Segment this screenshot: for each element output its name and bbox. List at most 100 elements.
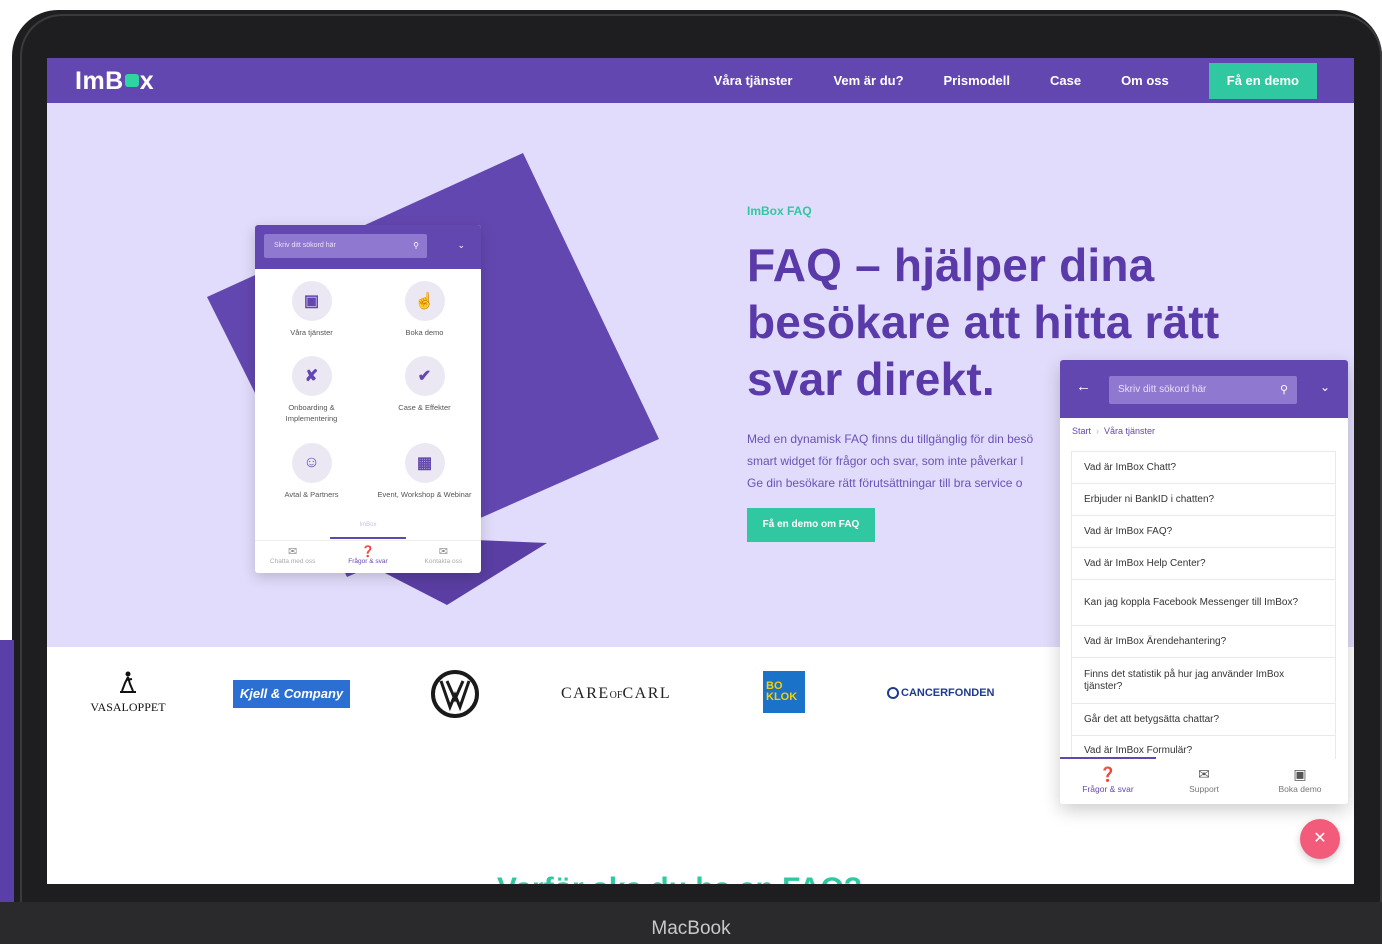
- hero-eyebrow: ImBox FAQ: [747, 204, 812, 218]
- care-of-carl-logo: CAREOFCARL: [561, 685, 671, 703]
- category-label: Våra tjänster: [290, 328, 333, 337]
- faq-widget-open: ← Skriv ditt sökord här ⚲ ⌄ Start › Våra t…: [1060, 360, 1348, 804]
- question-item[interactable]: Erbjuder ni BankID i chatten?: [1071, 483, 1336, 515]
- breadcrumb: Start › Våra tjänster: [1072, 426, 1155, 436]
- question-item[interactable]: Kan jag koppla Facebook Messenger till I…: [1071, 579, 1336, 625]
- skier-icon: [120, 671, 136, 693]
- widget-tab-bar: ❓ Frågor & svar ✉ Support ▣ Boka demo: [1060, 759, 1348, 804]
- cancerfonden-logo: CANCERFONDEN: [887, 687, 995, 700]
- tab-label: Chatta med oss: [269, 558, 316, 565]
- category-label: Boka demo: [405, 328, 444, 337]
- widget-header: Skriv ditt sökord här ⚲ ⌄: [255, 225, 481, 269]
- category-boka-demo[interactable]: ☝ Boka demo: [368, 281, 481, 338]
- nav-links: Våra tjänster Vem är du? Prismodell Case…: [714, 58, 1354, 103]
- tab-fragor-svar[interactable]: ❓ Frågor & svar: [1060, 759, 1156, 804]
- tab-boka-demo[interactable]: ▣ Boka demo: [1252, 759, 1348, 804]
- boklok-logo: BO KLOK: [763, 671, 805, 713]
- logo-text-left: ImB: [75, 67, 124, 95]
- tab-label: Kontakta oss: [424, 558, 463, 565]
- chevron-down-icon[interactable]: ⌄: [1320, 380, 1330, 394]
- widget-active-tab-indicator: [330, 537, 406, 539]
- hero-body-line: Med en dynamisk FAQ finns du tillgänglig…: [747, 432, 1034, 446]
- tab-label: Support: [1189, 784, 1219, 794]
- widget-tab-bar: ✉ Chatta med oss ❓ Frågor & svar ✉ Kontakta…: [255, 540, 481, 573]
- nav-demo-button[interactable]: Få en demo: [1208, 62, 1317, 99]
- category-label: Event, Workshop & Webinar: [377, 490, 472, 499]
- tab-fragor-svar[interactable]: ❓ Frågor & svar: [330, 541, 405, 573]
- question-item[interactable]: Går det att betygsätta chattar?: [1071, 703, 1336, 735]
- pointer-hand-icon: ☝: [404, 281, 445, 321]
- search-icon: ⚲: [413, 241, 419, 250]
- boklok-text-2: KLOK: [766, 691, 798, 703]
- cancerfonden-text: CANCERFONDEN: [901, 687, 995, 699]
- back-arrow-icon[interactable]: ←: [1076, 378, 1091, 395]
- category-case-effekter[interactable]: ✔ Case & Effekter: [368, 356, 481, 413]
- mail-icon: ✉: [438, 546, 448, 558]
- tab-support[interactable]: ✉ Support: [1156, 759, 1252, 804]
- background-purple-edge: [0, 640, 14, 944]
- widget-header: ← Skriv ditt sökord här ⚲ ⌄: [1060, 360, 1348, 418]
- imbox-logo[interactable]: ImB x: [75, 67, 154, 96]
- tab-label: Frågor & svar: [1082, 784, 1134, 794]
- widget-search-input[interactable]: Skriv ditt sökord här ⚲: [264, 234, 427, 258]
- tab-chatta-med-oss[interactable]: ✉ Chatta med oss: [255, 541, 330, 573]
- category-vara-tjanster[interactable]: ▣ Våra tjänster: [255, 281, 368, 338]
- category-event-workshop[interactable]: ▦ Event, Workshop & Webinar: [368, 443, 481, 500]
- demo-faq-button[interactable]: Få en demo om FAQ: [747, 508, 875, 542]
- question-item[interactable]: Vad är ImBox Help Center?: [1071, 547, 1336, 579]
- of-text: OF: [609, 690, 623, 701]
- hero-body: Med en dynamisk FAQ finns du tillgänglig…: [747, 428, 1062, 494]
- calendar-icon: ▦: [404, 443, 445, 483]
- logo-chat-icon: [124, 73, 139, 87]
- vasaloppet-logo: VASALOPPET: [89, 671, 167, 715]
- question-item[interactable]: Vad är ImBox Ärendehantering?: [1071, 625, 1336, 657]
- question-item[interactable]: Vad är ImBox Chatt?: [1071, 451, 1336, 483]
- widget-search-placeholder: Skriv ditt sökord här: [274, 242, 336, 249]
- top-nav: ImB x Våra tjänster Vem är du? Prismodell…: [47, 58, 1354, 103]
- question-list: Vad är ImBox Chatt? Erbjuder ni BankID i…: [1071, 451, 1336, 767]
- tab-label: Boka demo: [1278, 784, 1322, 794]
- nav-link-case[interactable]: Case: [1050, 73, 1081, 88]
- breadcrumb-current[interactable]: Våra tjänster: [1104, 426, 1155, 436]
- screen: ImB x Våra tjänster Vem är du? Prismodell…: [47, 58, 1354, 884]
- category-avtal-partners[interactable]: ☺ Avtal & Partners: [255, 443, 368, 500]
- chevron-down-icon[interactable]: ⌄: [457, 240, 465, 251]
- widget-brand-mini: ImBox: [359, 522, 377, 528]
- question-item[interactable]: Finns det statistik på hur jag använder …: [1071, 657, 1336, 703]
- nav-link-vara-tjanster[interactable]: Våra tjänster: [714, 73, 793, 88]
- nav-link-vem-ar-du[interactable]: Vem är du?: [833, 73, 903, 88]
- nav-link-om-oss[interactable]: Om oss: [1121, 73, 1169, 88]
- vasaloppet-text: VASALOPPET: [90, 700, 166, 714]
- question-circle-icon: ❓: [361, 546, 375, 558]
- category-label: Onboarding & Implementering: [285, 403, 338, 423]
- kjell-company-logo: Kjell & Company: [233, 680, 350, 708]
- close-widget-button[interactable]: ✕: [1300, 819, 1340, 859]
- search-icon: ⚲: [1279, 384, 1288, 396]
- tools-icon: ✘: [291, 356, 332, 396]
- breadcrumb-start[interactable]: Start: [1072, 426, 1091, 436]
- nav-link-prismodell[interactable]: Prismodell: [944, 73, 1010, 88]
- widget-search-input[interactable]: Skriv ditt sökord här ⚲: [1109, 376, 1297, 404]
- tab-label: Frågor & svar: [348, 558, 388, 565]
- volkswagen-logo: [430, 669, 480, 724]
- question-item[interactable]: Vad är ImBox FAQ?: [1071, 515, 1336, 547]
- logo-text-right: x: [139, 67, 155, 95]
- widget-search-placeholder: Skriv ditt sökord här: [1118, 384, 1207, 395]
- carl-text: CARL: [622, 685, 672, 702]
- badge-check-icon: ✔: [404, 356, 445, 396]
- category-onboarding[interactable]: ✘ Onboarding & Implementering: [255, 356, 368, 424]
- care-text: CARE: [561, 685, 610, 702]
- cancerfonden-ring-icon: [887, 687, 899, 700]
- chat-square-icon: ▣: [1293, 766, 1307, 782]
- tab-kontakta-oss[interactable]: ✉ Kontakta oss: [406, 541, 481, 573]
- mail-icon: ✉: [1198, 766, 1210, 782]
- handshake-icon: ☺: [291, 443, 332, 483]
- close-icon: ✕: [1313, 830, 1327, 847]
- chat-square-icon: ▣: [291, 281, 332, 321]
- category-label: Avtal & Partners: [284, 490, 339, 499]
- section-heading: Varför ska du ha en FAQ?: [497, 872, 862, 884]
- hero-body-line: smart widget för frågor och svar, som in…: [747, 454, 1024, 468]
- device-label: MacBook: [651, 918, 731, 939]
- faq-widget-preview: Skriv ditt sökord här ⚲ ⌄ ▣ Våra tjänste…: [255, 225, 481, 573]
- category-label: Case & Effekter: [398, 403, 451, 412]
